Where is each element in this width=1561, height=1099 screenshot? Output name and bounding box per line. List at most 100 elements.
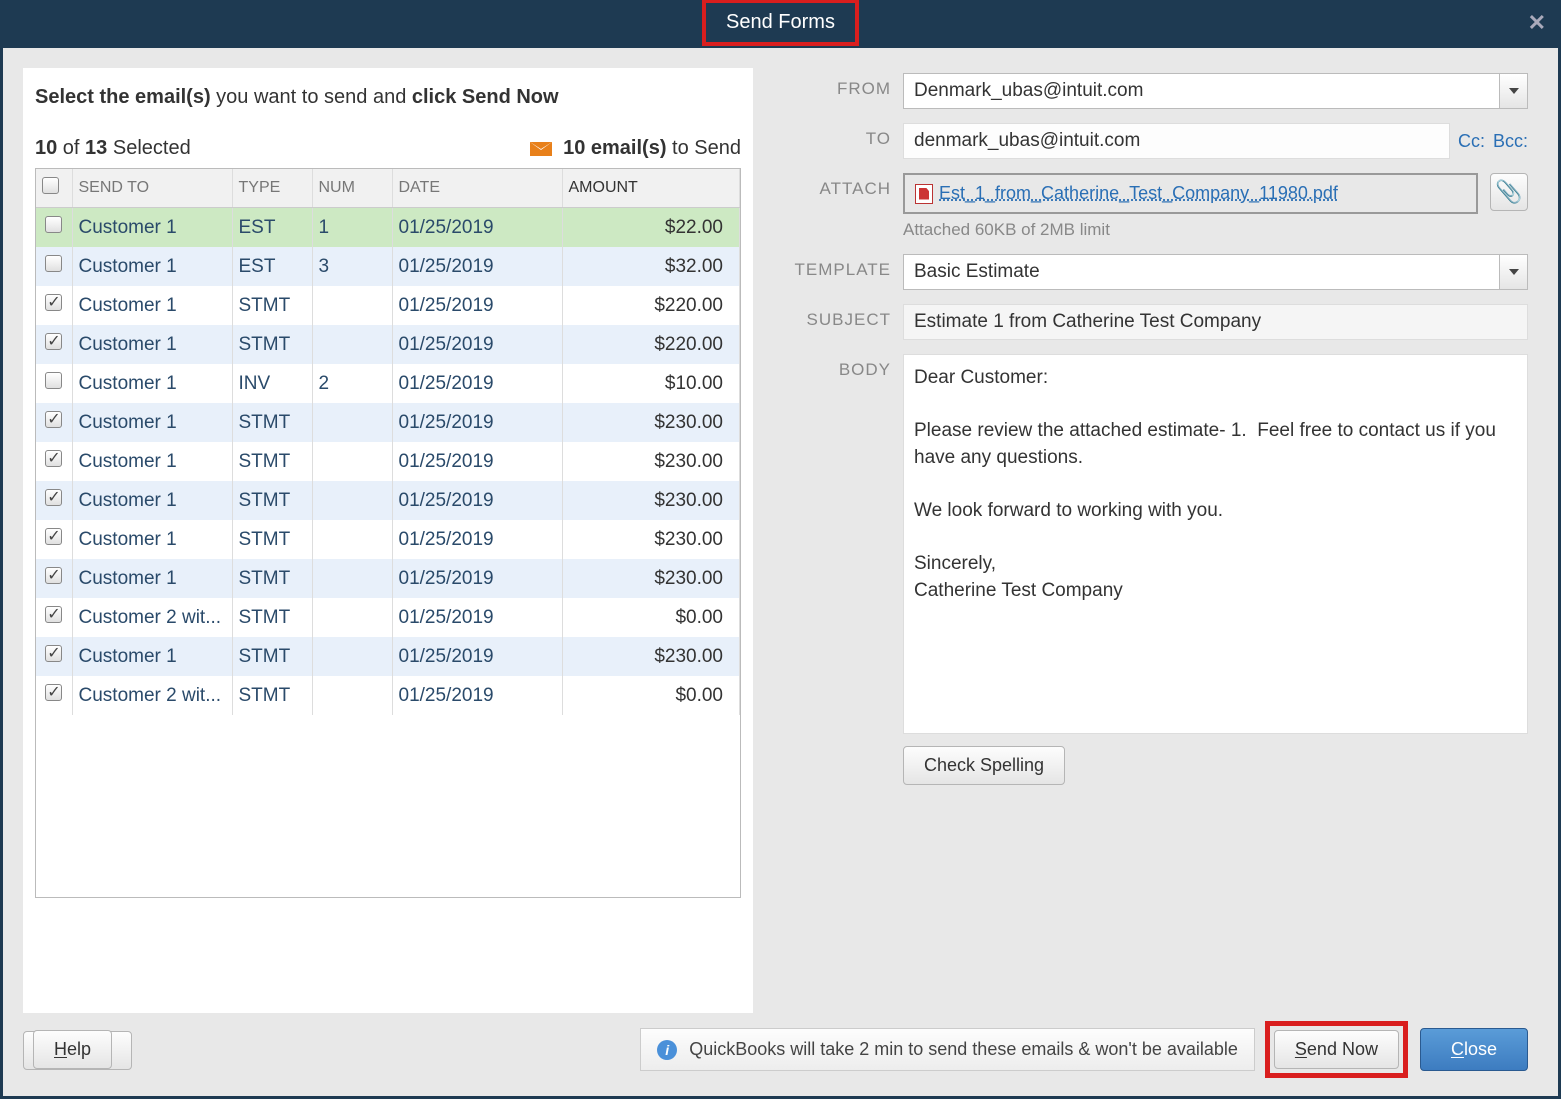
cell-type: STMT xyxy=(232,286,312,325)
table-row[interactable]: Customer 1STMT01/25/2019$230.00 xyxy=(36,559,740,598)
table-row[interactable]: Customer 1STMT01/25/2019$230.00 xyxy=(36,637,740,676)
main-panel: Select the email(s) you want to send and… xyxy=(3,48,1558,1096)
to-field[interactable]: denmark_ubas@intuit.com xyxy=(903,123,1450,159)
attachment-box[interactable]: Est_1_from_Catherine_Test_Company_11980.… xyxy=(903,173,1478,214)
cell-sendto: Customer 1 xyxy=(72,208,232,248)
header-type[interactable]: TYPE xyxy=(232,169,312,208)
window-title: Send Forms xyxy=(702,0,859,46)
table-row[interactable]: Customer 1STMT01/25/2019$220.00 xyxy=(36,286,740,325)
cell-amount: $10.00 xyxy=(562,364,740,403)
help-button[interactable]: Help xyxy=(33,1030,112,1069)
pdf-icon xyxy=(915,184,933,204)
cell-num: 2 xyxy=(312,364,392,403)
table-row[interactable]: Customer 1INV201/25/2019$10.00 xyxy=(36,364,740,403)
cell-type: STMT xyxy=(232,325,312,364)
cell-date: 01/25/2019 xyxy=(392,559,562,598)
close-icon[interactable]: ✕ xyxy=(1528,10,1546,36)
cell-num: 1 xyxy=(312,208,392,248)
info-text: QuickBooks will take 2 min to send these… xyxy=(689,1039,1238,1060)
attach-label: ATTACH xyxy=(783,173,903,199)
row-checkbox[interactable] xyxy=(45,216,62,233)
cell-amount: $0.00 xyxy=(562,676,740,715)
cell-sendto: Customer 1 xyxy=(72,481,232,520)
attach-file-button[interactable]: 📎 xyxy=(1490,173,1528,211)
cell-type: STMT xyxy=(232,598,312,637)
header-num[interactable]: NUM xyxy=(312,169,392,208)
table-row[interactable]: Customer 1STMT01/25/2019$230.00 xyxy=(36,442,740,481)
from-field[interactable]: Denmark_ubas@intuit.com xyxy=(903,73,1500,109)
cell-amount: $220.00 xyxy=(562,325,740,364)
cell-num xyxy=(312,442,392,481)
right-panel: FROM Denmark_ubas@intuit.com TO denmark_… xyxy=(773,48,1558,1096)
cell-amount: $22.00 xyxy=(562,208,740,248)
instruction-text: Select the email(s) you want to send and… xyxy=(35,86,741,127)
check-spelling-button[interactable]: Check Spelling xyxy=(903,746,1065,785)
table-row[interactable]: Customer 1STMT01/25/2019$220.00 xyxy=(36,325,740,364)
row-checkbox[interactable] xyxy=(45,645,62,662)
cell-date: 01/25/2019 xyxy=(392,247,562,286)
table-row[interactable]: Customer 1STMT01/25/2019$230.00 xyxy=(36,403,740,442)
select-all-checkbox[interactable] xyxy=(42,177,59,194)
cell-date: 01/25/2019 xyxy=(392,676,562,715)
cell-amount: $230.00 xyxy=(562,442,740,481)
row-checkbox[interactable] xyxy=(45,333,62,350)
cell-date: 01/25/2019 xyxy=(392,520,562,559)
from-dropdown-arrow[interactable] xyxy=(1500,73,1528,109)
body-field[interactable]: Dear Customer: Please review the attache… xyxy=(903,354,1528,734)
header-sendto[interactable]: SEND TO xyxy=(72,169,232,208)
table-row[interactable]: Customer 1STMT01/25/2019$230.00 xyxy=(36,520,740,559)
cell-amount: $230.00 xyxy=(562,403,740,442)
send-now-button[interactable]: Send Now xyxy=(1274,1030,1399,1069)
cell-num xyxy=(312,637,392,676)
row-checkbox[interactable] xyxy=(45,411,62,428)
cell-num xyxy=(312,598,392,637)
subject-field[interactable]: Estimate 1 from Catherine Test Company xyxy=(903,304,1528,340)
row-checkbox[interactable] xyxy=(45,528,62,545)
cell-date: 01/25/2019 xyxy=(392,598,562,637)
table-row[interactable]: Customer 2 wit...STMT01/25/2019$0.00 xyxy=(36,676,740,715)
status-row: 10 of 13 Selected 10 email(s) to Send xyxy=(35,127,741,168)
header-date[interactable]: DATE xyxy=(392,169,562,208)
left-card: Select the email(s) you want to send and… xyxy=(23,68,753,1013)
cell-amount: $230.00 xyxy=(562,520,740,559)
row-checkbox[interactable] xyxy=(45,450,62,467)
attach-size-hint: Attached 60KB of 2MB limit xyxy=(903,214,1478,240)
cell-num xyxy=(312,403,392,442)
close-button[interactable]: Close xyxy=(1420,1028,1528,1071)
row-checkbox[interactable] xyxy=(45,372,62,389)
header-amount[interactable]: AMOUNT xyxy=(562,169,740,208)
cell-sendto: Customer 1 xyxy=(72,286,232,325)
row-checkbox[interactable] xyxy=(45,489,62,506)
info-icon: i xyxy=(657,1040,677,1060)
cell-amount: $230.00 xyxy=(562,481,740,520)
row-checkbox[interactable] xyxy=(45,294,62,311)
cell-num xyxy=(312,286,392,325)
bcc-link[interactable]: Bcc: xyxy=(1493,131,1528,152)
template-label: TEMPLATE xyxy=(783,254,903,280)
row-checkbox[interactable] xyxy=(45,567,62,584)
cell-sendto: Customer 1 xyxy=(72,325,232,364)
cell-num xyxy=(312,676,392,715)
template-dropdown-arrow[interactable] xyxy=(1500,254,1528,290)
cell-sendto: Customer 1 xyxy=(72,442,232,481)
cell-sendto: Customer 2 wit... xyxy=(72,676,232,715)
row-checkbox[interactable] xyxy=(45,684,62,701)
paperclip-icon: 📎 xyxy=(1495,179,1522,205)
table-row[interactable]: Customer 2 wit...STMT01/25/2019$0.00 xyxy=(36,598,740,637)
cell-num xyxy=(312,481,392,520)
template-field[interactable]: Basic Estimate xyxy=(903,254,1500,290)
cc-link[interactable]: Cc: xyxy=(1458,131,1485,152)
email-table-wrapper: SEND TO TYPE NUM DATE AMOUNT Customer 1E… xyxy=(35,168,741,898)
table-row[interactable]: Customer 1EST301/25/2019$32.00 xyxy=(36,247,740,286)
table-row[interactable]: Customer 1STMT01/25/2019$230.00 xyxy=(36,481,740,520)
row-checkbox[interactable] xyxy=(45,255,62,272)
row-checkbox[interactable] xyxy=(45,606,62,623)
cell-sendto: Customer 1 xyxy=(72,637,232,676)
cell-type: STMT xyxy=(232,520,312,559)
cell-sendto: Customer 1 xyxy=(72,559,232,598)
cell-num xyxy=(312,559,392,598)
cell-date: 01/25/2019 xyxy=(392,637,562,676)
table-row[interactable]: Customer 1EST101/25/2019$22.00 xyxy=(36,208,740,248)
cell-amount: $220.00 xyxy=(562,286,740,325)
cell-num xyxy=(312,325,392,364)
